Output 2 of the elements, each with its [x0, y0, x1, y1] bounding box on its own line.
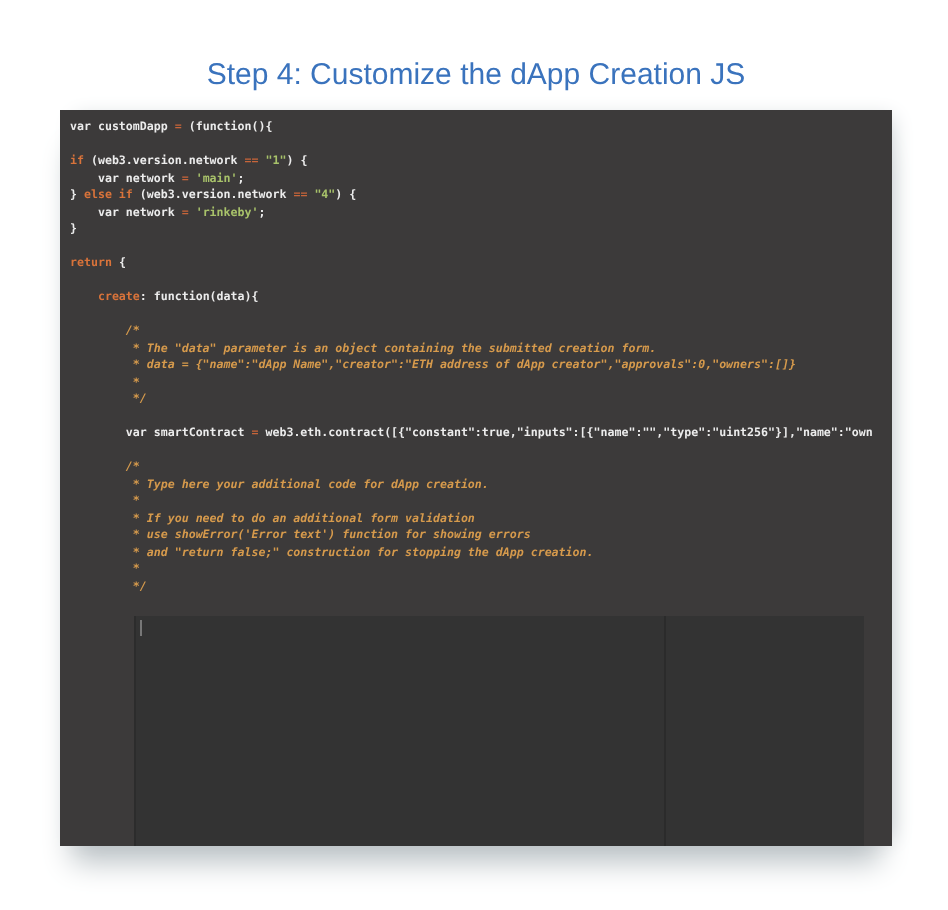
code-editor[interactable] [134, 616, 864, 846]
page-title: Step 4: Customize the dApp Creation JS [204, 56, 748, 94]
